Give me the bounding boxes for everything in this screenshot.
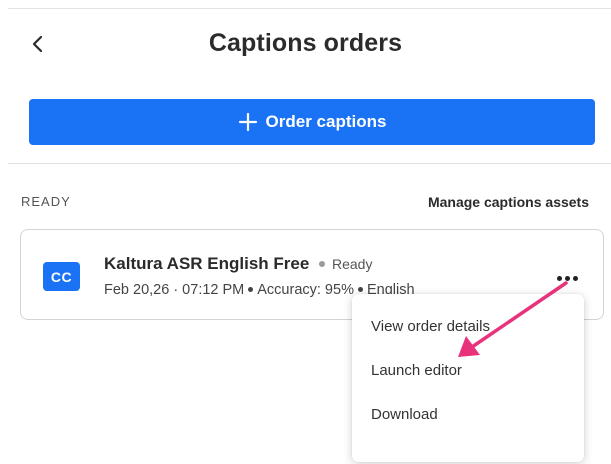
meta-separator <box>357 286 363 292</box>
menu-item-download[interactable]: Download <box>352 392 584 436</box>
menu-item-launch-editor[interactable]: Launch editor <box>352 348 584 392</box>
order-captions-label: Order captions <box>265 112 387 131</box>
order-captions-button[interactable]: Order captions <box>29 99 595 145</box>
actions-dropdown-menu: View order details Launch editor Downloa… <box>352 294 584 462</box>
plus-icon <box>238 112 258 132</box>
caption-accuracy: Accuracy: 95% <box>257 282 354 298</box>
caption-date: Feb 20,26 · 07:12 PM <box>104 282 245 298</box>
menu-item-view-order-details[interactable]: View order details <box>352 304 584 348</box>
more-options-button[interactable] <box>552 268 582 288</box>
more-horizontal-icon <box>556 275 562 281</box>
caption-item-title: Kaltura ASR English Free <box>104 254 310 273</box>
status-dot <box>319 261 325 268</box>
page-title: Captions orders <box>208 29 403 57</box>
meta-separator <box>248 286 254 292</box>
status-text: Ready <box>332 256 373 272</box>
manage-captions-assets-link[interactable]: Manage captions assets <box>428 194 589 210</box>
section-divider <box>8 163 611 164</box>
closed-captions-icon: CC <box>43 262 80 291</box>
top-divider <box>8 8 611 9</box>
status-badge: Ready <box>319 256 372 272</box>
section-label-ready: READY <box>21 194 71 209</box>
more-dot <box>572 275 578 281</box>
more-dot <box>564 275 570 281</box>
